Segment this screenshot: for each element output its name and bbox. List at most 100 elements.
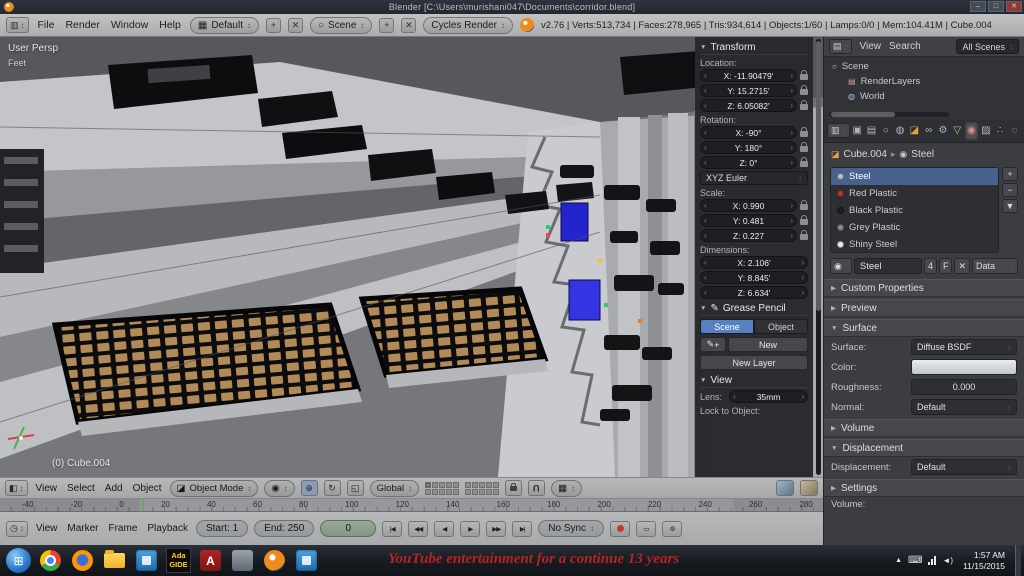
- play-reverse-button[interactable]: ◀: [434, 521, 454, 537]
- displacement-panel-header[interactable]: ▼ Displacement: [824, 439, 1024, 457]
- tab-object[interactable]: ◪: [908, 122, 921, 140]
- add-material-slot-button[interactable]: +: [1002, 167, 1018, 181]
- frame-end-field[interactable]: End: 250: [254, 520, 314, 537]
- shading-selector[interactable]: ◉ ↕: [264, 480, 294, 497]
- render-opengl-button[interactable]: [776, 480, 794, 496]
- surface-panel-header[interactable]: ▼ Surface: [824, 319, 1024, 337]
- 3d-viewport[interactable]: User Persp Feet (0) Cube.004 ▼ Transform…: [0, 37, 823, 477]
- outliner-menu-view[interactable]: View: [860, 41, 882, 52]
- lock-icon[interactable]: [800, 131, 808, 137]
- dimensions-x-field[interactable]: ‹X: 2.106'›: [700, 256, 808, 269]
- new-layer-button[interactable]: New Layer: [700, 355, 808, 370]
- timeline-menu-frame[interactable]: Frame: [106, 523, 139, 534]
- unlink-material-button[interactable]: ✕: [954, 258, 970, 274]
- manipulator-translate-button[interactable]: ⊕: [301, 480, 318, 496]
- tab-texture[interactable]: ▨: [979, 122, 992, 140]
- custom-properties-panel-header[interactable]: ▶ Custom Properties: [824, 279, 1024, 297]
- jump-to-start-button[interactable]: |◀: [382, 521, 402, 537]
- normal-selector[interactable]: Default ↕: [911, 399, 1017, 415]
- current-frame-field[interactable]: 0: [320, 520, 376, 537]
- tab-constraints[interactable]: ∞: [922, 122, 935, 140]
- timeline-editor-selector[interactable]: ◷ ↕: [6, 521, 28, 537]
- timeline-ruler[interactable]: -40-200204060801001201401601802002202402…: [0, 499, 823, 512]
- tab-render[interactable]: ▣: [851, 122, 864, 140]
- browse-material-button[interactable]: ◉ ↕: [830, 258, 852, 274]
- keyframe-type-button[interactable]: ⚙: [662, 521, 682, 537]
- lock-icon[interactable]: [800, 161, 808, 167]
- dimensions-z-field[interactable]: ‹Z: 6.634'›: [700, 286, 808, 299]
- tab-world[interactable]: ◍: [893, 122, 906, 140]
- material-data-source-selector[interactable]: Data ↕: [972, 258, 1018, 274]
- lock-icon[interactable]: [800, 219, 808, 225]
- tab-scene[interactable]: ○: [879, 122, 892, 140]
- frame-start-field[interactable]: Start: 1: [196, 520, 248, 537]
- taskbar-media-app-icon[interactable]: [134, 548, 159, 573]
- outliner-editor-selector[interactable]: ▤ ↕: [829, 39, 852, 54]
- snap-toggle-button[interactable]: U: [528, 480, 545, 496]
- menu-window[interactable]: Window: [109, 19, 150, 31]
- keying-set-button[interactable]: ▭: [636, 521, 656, 537]
- n-panel-scrollbar[interactable]: [816, 39, 821, 475]
- lock-icon[interactable]: [800, 74, 808, 80]
- tab-physics[interactable]: ◌: [1008, 122, 1021, 140]
- location-y-field[interactable]: ‹Y: 15.2715'›: [700, 84, 797, 97]
- rotation-mode-dropdown[interactable]: XYZ Euler ↕: [700, 171, 808, 185]
- outliner-item-scene[interactable]: ○ Scene: [824, 59, 1024, 74]
- material-name-field[interactable]: Steel: [854, 258, 922, 274]
- volume-panel-header[interactable]: ▶ Volume: [824, 419, 1024, 437]
- material-specials-button[interactable]: ▼: [1002, 199, 1018, 213]
- surface-shader-selector[interactable]: Diffuse BSDF ↕: [911, 339, 1017, 355]
- add-layout-button[interactable]: +: [266, 18, 281, 33]
- lock-icon[interactable]: [800, 89, 808, 95]
- current-frame-cursor[interactable]: [140, 499, 142, 511]
- orientation-selector[interactable]: Global ↕: [370, 480, 419, 497]
- next-keyframe-button[interactable]: ▶▶: [486, 521, 506, 537]
- grease-scene-button[interactable]: Scene: [700, 319, 754, 334]
- timeline-menu-marker[interactable]: Marker: [65, 523, 100, 534]
- material-slot-shiny-steel[interactable]: Shiny Steel: [831, 236, 998, 253]
- outliner-menu-search[interactable]: Search: [889, 41, 921, 52]
- lock-to-scene-button[interactable]: [505, 480, 522, 496]
- menu-help[interactable]: Help: [157, 19, 183, 31]
- taskbar-adobe-reader-icon[interactable]: A: [198, 548, 223, 573]
- breadcrumb-object[interactable]: Cube.004: [844, 149, 887, 160]
- fake-user-button[interactable]: F: [939, 258, 953, 274]
- viewport-menu-add[interactable]: Add: [103, 483, 125, 494]
- taskbar-folder-icon[interactable]: [102, 548, 127, 573]
- lock-icon[interactable]: [800, 234, 808, 240]
- taskbar-blender-icon[interactable]: [262, 548, 287, 573]
- material-slot-steel[interactable]: Steel: [831, 168, 998, 185]
- rotation-x-field[interactable]: ‹X: -90°›: [700, 126, 797, 139]
- material-slot-grey-plastic[interactable]: Grey Plastic: [831, 219, 998, 236]
- rotation-z-field[interactable]: ‹Z: 0°›: [700, 156, 797, 169]
- mode-selector[interactable]: ◪ Object Mode ↕: [170, 480, 259, 497]
- add-scene-button[interactable]: +: [379, 18, 394, 33]
- scale-x-field[interactable]: ‹X: 0.990›: [700, 199, 797, 212]
- manipulator-rotate-button[interactable]: ↻: [324, 480, 341, 496]
- outliner-display-selector[interactable]: All Scenes ↕: [956, 39, 1019, 54]
- delete-scene-button[interactable]: ✕: [401, 18, 416, 33]
- minimize-button[interactable]: –: [970, 1, 986, 12]
- viewport-menu-view[interactable]: View: [34, 483, 60, 494]
- transform-panel-header[interactable]: ▼ Transform: [700, 40, 808, 55]
- tab-modifiers[interactable]: ⚙: [936, 122, 949, 140]
- screen-layout-selector[interactable]: ▦ Default ↕: [190, 17, 259, 34]
- info-editor-selector[interactable]: ▥ ↕: [6, 17, 29, 33]
- timeline-menu-playback[interactable]: Playback: [145, 523, 190, 534]
- outliner-item-world[interactable]: ◍ World: [824, 89, 1024, 104]
- snap-element-selector[interactable]: ▦ ↕: [551, 480, 582, 497]
- volume-icon[interactable]: ◄): [942, 556, 953, 565]
- breadcrumb-material[interactable]: Steel: [911, 149, 934, 160]
- lock-icon[interactable]: [800, 104, 808, 110]
- tray-expand-icon[interactable]: ▲: [895, 557, 902, 564]
- grease-object-button[interactable]: Object: [754, 319, 808, 334]
- close-button[interactable]: ✕: [1006, 1, 1022, 12]
- tab-data[interactable]: ▽: [951, 122, 964, 140]
- lock-icon[interactable]: [800, 146, 808, 152]
- tab-render-layers[interactable]: ▤: [865, 122, 878, 140]
- taskbar-clock[interactable]: 1:57 AM 11/15/2015: [963, 550, 1005, 571]
- dimensions-y-field[interactable]: ‹Y: 8.845'›: [700, 271, 808, 284]
- play-button[interactable]: ▶: [460, 521, 480, 537]
- grease-draw-icon-button[interactable]: ✎+: [700, 337, 726, 352]
- outliner-item-renderlayers[interactable]: ▤ RenderLayers: [824, 74, 1024, 89]
